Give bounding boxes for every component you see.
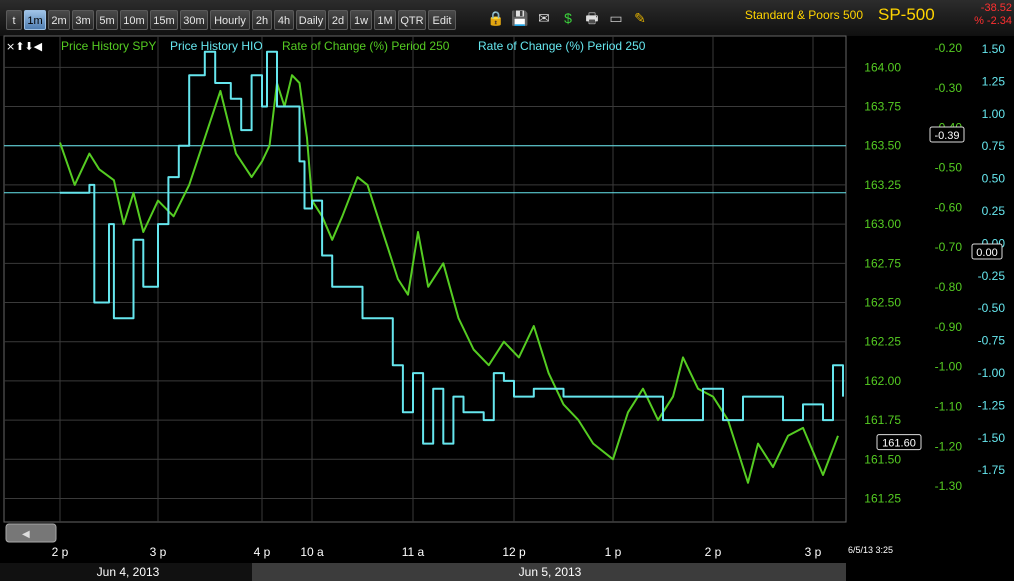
y-tick-label-price: 162.50 xyxy=(864,296,901,310)
legend-item[interactable]: Price History SPY xyxy=(61,39,156,53)
y-tick-label-price: 162.25 xyxy=(864,335,901,349)
y-tick-label-price: 162.75 xyxy=(864,256,901,270)
roc-hio-tag: 0.00 xyxy=(976,247,997,259)
y-tick-label-roc-spy: -1.20 xyxy=(935,439,963,453)
x-tick-label: 1 p xyxy=(605,545,622,559)
y-tick-label-price: 163.00 xyxy=(864,217,901,231)
x-tick-label: 4 p xyxy=(254,545,271,559)
y-tick-label-roc-spy: -0.90 xyxy=(935,320,963,334)
legend-item[interactable]: Rate of Change (%) Period 250 xyxy=(282,39,450,53)
y-tick-label-roc-hio: 1.50 xyxy=(982,42,1006,56)
x-tick-label: 2 p xyxy=(705,545,722,559)
last-price-tag: 161.60 xyxy=(882,438,916,450)
y-tick-label-roc-spy: -0.70 xyxy=(935,240,963,254)
y-tick-label-price: 161.50 xyxy=(864,452,901,466)
y-tick-label-roc-spy: -1.30 xyxy=(935,479,963,493)
y-tick-label-roc-hio: 1.00 xyxy=(982,107,1006,121)
y-tick-label-roc-spy: -1.00 xyxy=(935,360,963,374)
legend-controls[interactable]: ×⬆⬇◀ xyxy=(6,40,43,53)
y-tick-label-roc-hio: -1.75 xyxy=(978,463,1006,477)
y-tick-label-roc-spy: -1.10 xyxy=(935,399,963,413)
y-tick-label-price: 163.50 xyxy=(864,139,901,153)
y-tick-label-roc-spy: -0.20 xyxy=(935,41,963,55)
scroll-left-icon[interactable]: ◀ xyxy=(22,529,30,540)
y-tick-label-roc-hio: -0.25 xyxy=(978,269,1006,283)
y-tick-label-price: 163.25 xyxy=(864,178,901,192)
y-tick-label-roc-hio: -1.50 xyxy=(978,431,1006,445)
corner-timestamp: 6/5/13 3:25 xyxy=(848,545,893,555)
y-tick-label-roc-hio: 0.25 xyxy=(982,204,1006,218)
y-tick-label-roc-hio: -1.25 xyxy=(978,398,1006,412)
x-tick-label: 10 a xyxy=(300,545,324,559)
y-tick-label-roc-hio: 0.75 xyxy=(982,139,1006,153)
y-tick-label-roc-hio: -1.00 xyxy=(978,366,1006,380)
y-tick-label-price: 161.25 xyxy=(864,491,901,505)
y-tick-label-roc-spy: -0.60 xyxy=(935,200,963,214)
x-tick-label: 3 p xyxy=(150,545,167,559)
y-tick-label-roc-spy: -0.80 xyxy=(935,280,963,294)
y-tick-label-price: 163.75 xyxy=(864,100,901,114)
y-tick-label-price: 162.00 xyxy=(864,374,901,388)
x-tick-label: 12 p xyxy=(502,545,526,559)
roc-spy-tag: -0.39 xyxy=(934,130,959,142)
y-tick-label-roc-spy: -0.50 xyxy=(935,160,963,174)
x-tick-label: 11 a xyxy=(402,545,425,559)
plot-area xyxy=(3,35,847,523)
y-tick-label-roc-hio: -0.50 xyxy=(978,301,1006,315)
x-tick-label: 3 p xyxy=(805,545,822,559)
legend-item[interactable]: Price History HIO xyxy=(170,39,263,53)
y-tick-label-roc-hio: -0.75 xyxy=(978,334,1006,348)
date-label: Jun 4, 2013 xyxy=(97,565,160,579)
legend-item[interactable]: Rate of Change (%) Period 250 xyxy=(478,39,646,53)
y-tick-label-roc-hio: 0.50 xyxy=(982,172,1006,186)
date-label: Jun 5, 2013 xyxy=(519,565,582,579)
y-tick-label-roc-spy: -0.30 xyxy=(935,81,963,95)
y-tick-label-price: 164.00 xyxy=(864,60,901,74)
y-tick-label-price: 161.75 xyxy=(864,413,901,427)
price-chart[interactable]: 164.00 163.75 163.50 163.25 163.00 162.75 162.… xyxy=(0,0,1014,581)
x-tick-label: 2 p xyxy=(52,545,69,559)
y-tick-label-roc-hio: 1.25 xyxy=(982,74,1006,88)
scroll-handle[interactable] xyxy=(5,523,57,543)
